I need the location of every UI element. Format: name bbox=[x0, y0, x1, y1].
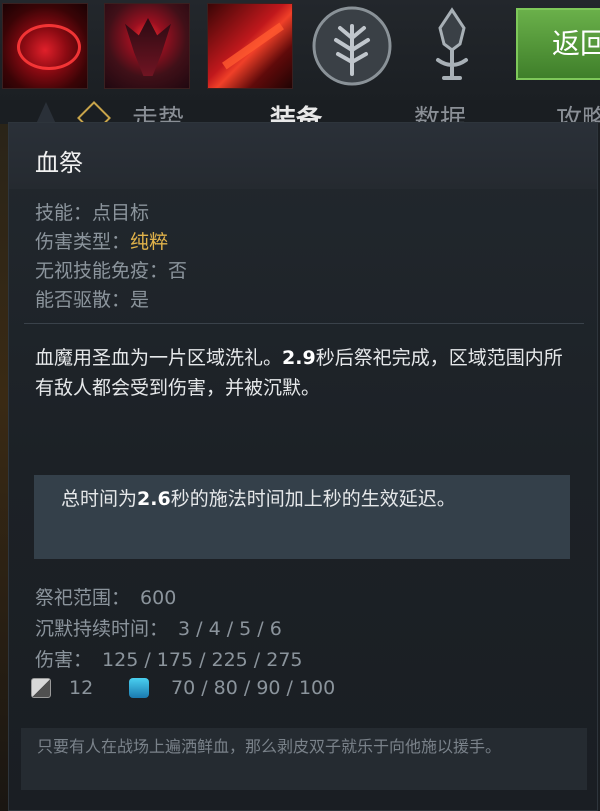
damage-type-value: 纯粹 bbox=[130, 231, 169, 253]
dispel-row: 能否驱散：是 bbox=[35, 289, 150, 311]
talent-tree-icon[interactable] bbox=[308, 3, 396, 89]
stat-value: 600 bbox=[140, 587, 177, 609]
tab-data[interactable]: 数据 bbox=[414, 100, 466, 124]
blood-streak-icon bbox=[222, 22, 284, 70]
ability-rupture-icon[interactable] bbox=[207, 3, 293, 89]
ability-lore: 只要有人在战场上遍洒鲜血，那么剥皮双子就乐于向他施以援手。 bbox=[21, 728, 587, 790]
aghanim-scepter-icon[interactable] bbox=[408, 3, 496, 89]
ability-bar: 返回 bbox=[0, 0, 600, 100]
ability-attributes: 技能：点目标 伤害类型：纯粹 无视技能免疫：否 能否驱散：是 bbox=[35, 199, 187, 315]
ability-tooltip: 血祭 技能：点目标 伤害类型：纯粹 无视技能免疫：否 能否驱散：是 血魔用圣血为… bbox=[8, 122, 598, 811]
trend-tab-icon bbox=[77, 101, 111, 124]
note-text: 总时间为 bbox=[61, 488, 138, 510]
stat-label: 伤害： bbox=[35, 649, 93, 671]
ability-bloodrage-icon[interactable] bbox=[104, 3, 190, 89]
stat-damage: 伤害： 125 / 175 / 225 / 275 bbox=[35, 645, 303, 676]
damage-type-label: 伤害类型： bbox=[35, 231, 131, 253]
cost-row: 12 70 / 80 / 90 / 100 bbox=[31, 675, 431, 701]
stat-value: 125 / 175 / 225 / 275 bbox=[102, 649, 303, 671]
stat-value: 3 / 4 / 5 / 6 bbox=[178, 618, 282, 640]
tab-trend[interactable]: 走势 bbox=[132, 100, 184, 124]
cooldown-icon bbox=[31, 678, 51, 698]
description-number: 2.9 bbox=[282, 347, 316, 369]
mana-icon bbox=[129, 678, 149, 698]
stat-radius: 祭祀范围： 600 bbox=[35, 583, 303, 614]
ability-blood-rite-icon[interactable] bbox=[2, 3, 88, 89]
tooltip-pointer bbox=[36, 102, 56, 124]
background-strip bbox=[0, 124, 8, 811]
description-text: 血魔用圣血为一片区域洗礼。 bbox=[35, 347, 283, 369]
ability-description: 血魔用圣血为一片区域洗礼。2.9秒后祭祀完成，区域范围内所有敌人都会受到伤害，并… bbox=[35, 343, 565, 403]
note-text-cont: 秒的施法时间加上秒的生效延迟。 bbox=[170, 488, 456, 510]
divider bbox=[24, 323, 584, 324]
cast-time-note: 总时间为2.6秒的施法时间加上秒的生效延迟。 bbox=[34, 475, 570, 559]
damage-type-row: 伤害类型：纯粹 bbox=[35, 228, 187, 257]
stat-label: 祭祀范围： bbox=[35, 587, 131, 609]
spell-immunity-row: 无视技能免疫：否 bbox=[35, 260, 188, 282]
mana-cost-value: 70 / 80 / 90 / 100 bbox=[171, 677, 336, 699]
demon-face-icon bbox=[125, 18, 171, 76]
tab-items[interactable]: 装备 bbox=[270, 100, 322, 124]
tab-bar: 走势 装备 数据 攻略 bbox=[0, 100, 600, 124]
return-button[interactable]: 返回 bbox=[516, 8, 600, 80]
ability-title: 血祭 bbox=[35, 149, 83, 177]
ability-stats: 祭祀范围： 600 沉默持续时间： 3 / 4 / 5 / 6 伤害： 125 / 1… bbox=[35, 583, 303, 676]
ability-target-type: 技能：点目标 bbox=[35, 202, 150, 224]
stat-silence-duration: 沉默持续时间： 3 / 4 / 5 / 6 bbox=[35, 614, 303, 645]
cooldown-value: 12 bbox=[69, 677, 94, 699]
blood-ring-icon bbox=[17, 24, 81, 70]
tab-guide[interactable]: 攻略 bbox=[556, 100, 600, 124]
note-number: 2.6 bbox=[137, 488, 171, 510]
tooltip-header: 血祭 bbox=[9, 123, 597, 189]
stat-label: 沉默持续时间： bbox=[35, 618, 169, 640]
